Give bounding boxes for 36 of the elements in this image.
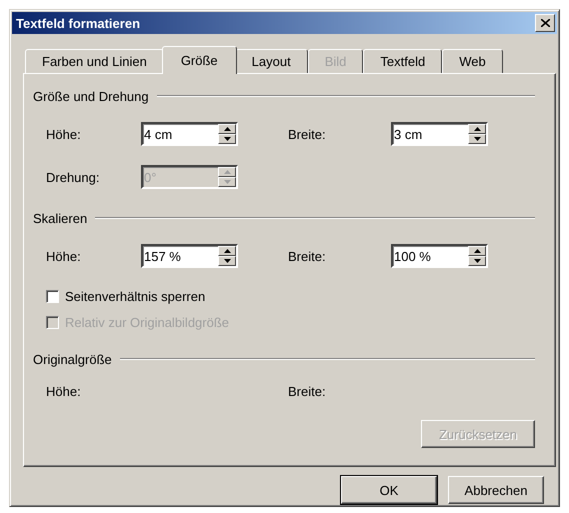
dialog-button[interactable]: OK (341, 476, 437, 504)
down-arrow-icon (224, 180, 230, 184)
tab[interactable]: Web (442, 49, 503, 73)
down-arrow-icon (224, 137, 230, 141)
section-title: Originalgröße (33, 352, 112, 366)
spin-field[interactable]: 4 cm (141, 122, 238, 146)
field-label: Höhe: (46, 248, 82, 264)
down-arrow-icon (224, 259, 230, 263)
tab[interactable]: Größe (162, 46, 237, 74)
tab[interactable]: Layout (234, 49, 308, 73)
section-title: Skalieren (33, 210, 88, 226)
spin-field[interactable]: 100 % (391, 244, 488, 268)
up-arrow-icon (224, 249, 230, 253)
up-arrow-icon (474, 127, 480, 131)
up-arrow-icon (224, 127, 230, 131)
tab[interactable]: Farben und Linien (25, 49, 164, 73)
field-label: Breite: (288, 248, 327, 264)
down-arrow-icon (474, 137, 480, 141)
field-label: Breite: (288, 126, 327, 142)
field-label: Drehung: (46, 170, 100, 184)
up-arrow-icon (224, 170, 230, 174)
field-label: Höhe: (46, 384, 82, 398)
window-title: Textfeld formatieren (16, 16, 140, 30)
spin-field[interactable]: 3 cm (391, 122, 488, 146)
close-button[interactable] (535, 14, 555, 32)
close-icon (540, 19, 550, 27)
checkbox-label: Seitenverhältnis sperren (65, 288, 206, 304)
field-label: Breite: (288, 384, 327, 398)
spin-field[interactable]: 157 % (141, 244, 238, 268)
dialog-button[interactable]: Abbrechen (448, 476, 544, 504)
down-arrow-icon (474, 259, 480, 263)
up-arrow-icon (474, 249, 480, 253)
field-label: Höhe: (46, 126, 82, 142)
checkbox[interactable] (46, 290, 59, 302)
tab[interactable]: Textfeld (363, 49, 442, 73)
section-title: Größe und Drehung (33, 88, 149, 104)
